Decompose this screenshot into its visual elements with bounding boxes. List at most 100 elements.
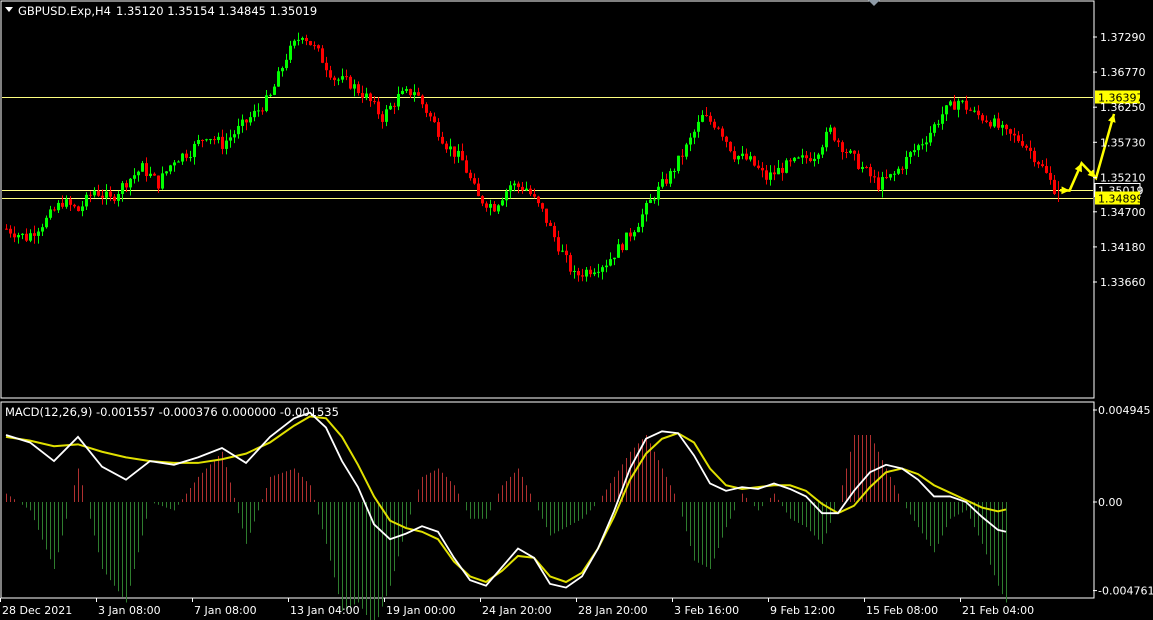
candle	[885, 169, 888, 180]
candle	[281, 66, 284, 77]
candle	[25, 228, 28, 242]
candle	[797, 156, 800, 159]
candle	[869, 163, 872, 183]
candle	[637, 222, 640, 233]
price-tick-label: 1.35210	[1100, 171, 1146, 184]
chart-header[interactable]: GBPUSD.Exp,H4 1.35120 1.35154 1.34845 1.…	[5, 4, 317, 18]
candle	[117, 190, 120, 207]
candle	[133, 168, 136, 184]
candle	[13, 226, 16, 243]
candle	[565, 244, 568, 263]
ohlc-values: 1.35120 1.35154 1.34845 1.35019	[116, 4, 317, 18]
candle	[901, 166, 904, 175]
candle	[521, 181, 524, 194]
candle	[325, 56, 328, 78]
candle	[613, 257, 616, 266]
candle	[829, 124, 832, 135]
candle	[221, 129, 224, 155]
candle	[849, 148, 852, 154]
candle	[297, 32, 300, 46]
candle	[317, 44, 320, 52]
candle	[937, 119, 940, 128]
candle	[753, 155, 756, 167]
candle	[1025, 144, 1028, 151]
macd-label: MACD(12,26,9) -0.001557 -0.000376 0.0000…	[5, 405, 339, 419]
candle	[529, 185, 532, 196]
candle	[857, 150, 860, 170]
candle	[89, 191, 92, 203]
candle	[513, 180, 516, 192]
candle	[485, 201, 488, 212]
candle	[921, 138, 924, 150]
time-tick-label: 15 Feb 08:00	[866, 604, 938, 617]
candle	[537, 195, 540, 207]
candle	[981, 113, 984, 124]
macd-tick-label: 0.004945	[1098, 404, 1151, 417]
candle	[621, 242, 624, 253]
candle	[481, 195, 484, 207]
candle	[633, 230, 636, 241]
candle	[549, 220, 552, 227]
candle	[977, 105, 980, 120]
candle	[329, 65, 332, 80]
candle	[601, 265, 604, 280]
candle	[985, 115, 988, 124]
candle	[813, 152, 816, 167]
candle	[845, 148, 848, 159]
candle	[709, 112, 712, 125]
candle	[805, 150, 808, 164]
horizontal-levels[interactable]: 1.363971.350191.34899	[2, 90, 1144, 206]
candle	[425, 102, 428, 118]
price-tick-label: 1.34700	[1100, 206, 1146, 219]
candle	[381, 111, 384, 129]
price-panel[interactable]: 1.363971.350191.34899 1.37290 1.36770 1.36…	[0, 0, 1146, 399]
candle	[149, 166, 152, 178]
candle	[777, 160, 780, 175]
trading-chart[interactable]: 1.363971.350191.34899 1.37290 1.36770 1.36…	[0, 0, 1153, 620]
time-tick-label: 9 Feb 12:00	[770, 604, 835, 617]
candle	[277, 67, 280, 87]
candle	[1049, 166, 1052, 185]
candle	[681, 149, 684, 165]
time-tick-label: 21 Feb 04:00	[962, 604, 1034, 617]
candle	[577, 267, 580, 282]
candle	[261, 107, 264, 115]
candle	[21, 233, 24, 240]
candle	[801, 148, 804, 165]
candle	[573, 265, 576, 279]
candle	[233, 130, 236, 144]
candle	[389, 102, 392, 111]
candle	[129, 178, 132, 196]
candle	[413, 84, 416, 102]
macd-panel[interactable]: 0.004945 0.00 -0.004761 MACD(12,26,9) -0.0…	[0, 401, 1153, 620]
candle	[525, 181, 528, 192]
candle	[893, 170, 896, 182]
candle	[209, 138, 212, 145]
candle	[661, 171, 664, 189]
candle	[365, 87, 368, 101]
candle	[697, 115, 700, 138]
candle	[585, 266, 588, 282]
candle	[345, 69, 348, 81]
candle	[17, 232, 20, 244]
time-tick-label: 28 Dec 2021	[2, 604, 72, 617]
candle	[581, 268, 584, 282]
candle	[217, 132, 220, 144]
candle	[509, 181, 512, 199]
candle	[361, 85, 364, 103]
candle	[457, 144, 460, 163]
candle	[741, 145, 744, 160]
candle	[493, 201, 496, 213]
caret-down-icon[interactable]	[5, 7, 13, 12]
candle	[225, 133, 228, 155]
scroll-marker-icon[interactable]	[868, 0, 880, 6]
candle	[609, 252, 612, 267]
candle	[961, 99, 964, 104]
candle	[313, 41, 316, 50]
candle	[469, 169, 472, 181]
candle	[685, 142, 688, 160]
candle	[593, 268, 596, 277]
candle	[205, 138, 208, 142]
time-tick-label: 7 Jan 08:00	[194, 604, 257, 617]
candle	[897, 166, 900, 175]
